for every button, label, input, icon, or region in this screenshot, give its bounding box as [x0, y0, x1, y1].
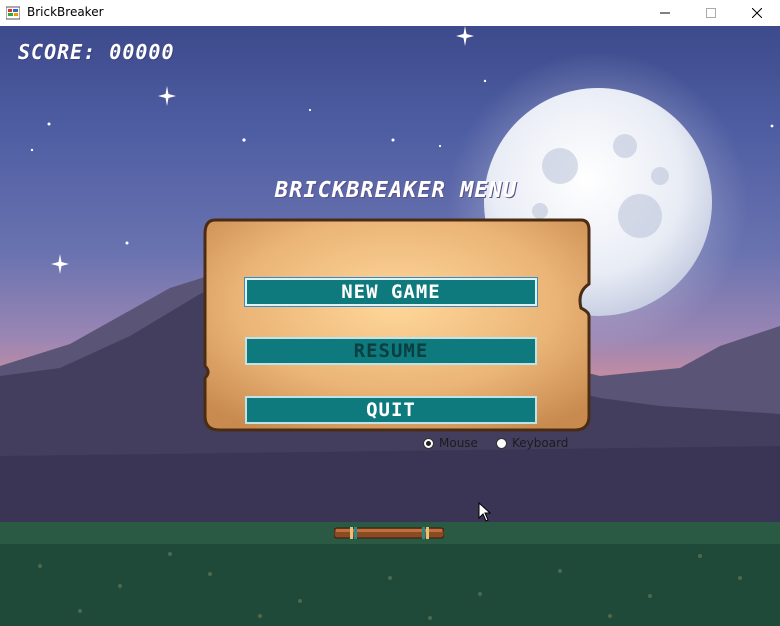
keyboard-radio-label: Keyboard: [512, 436, 569, 450]
maximize-button[interactable]: [688, 0, 734, 26]
quit-button[interactable]: QUIT: [245, 396, 537, 424]
menu-panel: NEW GAME RESUME QUIT Mouse Keyboard: [201, 216, 593, 450]
new-game-button[interactable]: NEW GAME: [244, 277, 538, 307]
mouse-radio-option[interactable]: Mouse: [423, 436, 478, 450]
minimize-button[interactable]: [642, 0, 688, 26]
resume-button[interactable]: RESUME: [245, 337, 537, 365]
mouse-radio[interactable]: [423, 437, 434, 449]
close-button[interactable]: [734, 0, 780, 26]
paddle: [334, 527, 444, 539]
score-display: SCORE: 00000: [18, 40, 175, 64]
menu-title: BRICKBREAKER MENU: [274, 178, 518, 203]
game-canvas[interactable]: SCORE: 00000 BRICKBREAKER MENU NEW GAME …: [0, 26, 780, 626]
keyboard-radio-option[interactable]: Keyboard: [496, 436, 568, 450]
mouse-cursor-icon: [478, 502, 492, 522]
keyboard-radio[interactable]: [496, 437, 507, 449]
window-title: BrickBreaker: [27, 5, 104, 19]
window-titlebar: BrickBreaker: [0, 0, 780, 26]
app-window-icon: [6, 6, 20, 20]
close-icon: [752, 8, 762, 18]
minimize-icon: [660, 12, 670, 14]
maximize-icon: [706, 8, 716, 18]
mouse-radio-label: Mouse: [439, 436, 478, 450]
